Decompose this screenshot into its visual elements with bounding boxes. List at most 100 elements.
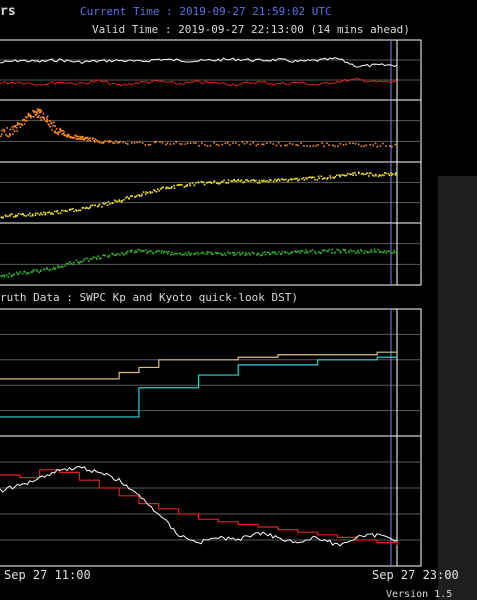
data-point [36, 111, 38, 113]
data-point [166, 187, 169, 189]
data-point [345, 143, 347, 146]
data-point [156, 188, 159, 190]
data-point [258, 179, 261, 182]
data-point [298, 250, 300, 252]
data-point [363, 145, 365, 147]
data-point [84, 257, 87, 260]
data-point [9, 134, 12, 136]
data-point [23, 119, 26, 121]
data-point [3, 276, 6, 278]
data-point [6, 135, 9, 137]
data-point [369, 143, 371, 146]
data-point [352, 142, 354, 144]
data-point [14, 124, 17, 127]
data-point [183, 186, 186, 188]
data-point [388, 145, 391, 147]
data-point [342, 248, 344, 251]
data-point [49, 268, 51, 271]
data-point [385, 172, 387, 175]
data-point [47, 211, 49, 214]
data-point [258, 252, 260, 255]
data-point [86, 140, 89, 142]
data-point [248, 252, 250, 254]
data-point [110, 140, 112, 143]
data-point [11, 213, 13, 215]
data-point [12, 128, 14, 131]
data-point [149, 143, 152, 146]
data-point [134, 195, 137, 198]
data-point [23, 271, 26, 273]
data-point [251, 179, 253, 181]
data-point [56, 210, 59, 212]
data-point [170, 253, 172, 256]
data-point [298, 178, 301, 181]
data-point [104, 254, 106, 257]
data-point [306, 178, 308, 180]
data-point [16, 130, 19, 132]
data-point [33, 116, 35, 118]
data-point [189, 254, 192, 256]
data-point [36, 269, 38, 271]
data-point [213, 141, 215, 144]
data-point [238, 144, 240, 146]
data-point [351, 250, 353, 253]
data-point [76, 210, 78, 212]
data-point [377, 248, 379, 251]
series-line-0-0 [0, 57, 398, 68]
data-point [391, 252, 394, 254]
data-point [113, 142, 116, 145]
data-point [272, 251, 274, 253]
data-point [393, 251, 396, 254]
data-point [112, 202, 114, 204]
data-point [55, 127, 58, 130]
data-point [61, 133, 64, 135]
data-point [324, 177, 326, 179]
data-point [213, 181, 215, 184]
data-point [165, 187, 167, 190]
data-point [97, 205, 100, 207]
data-point [193, 142, 195, 144]
data-point [243, 181, 246, 183]
data-point [151, 191, 153, 194]
data-point [59, 266, 61, 268]
data-point [340, 252, 342, 254]
data-point [68, 208, 71, 211]
side-panel [438, 176, 477, 600]
data-point [61, 265, 64, 268]
data-point [62, 132, 65, 135]
data-point [39, 116, 42, 119]
data-point [373, 248, 376, 251]
data-point [266, 180, 268, 182]
data-point [133, 251, 136, 254]
data-point [364, 250, 366, 252]
data-point [365, 144, 367, 147]
data-point [123, 253, 126, 256]
data-point [82, 137, 84, 139]
data-point [393, 249, 395, 252]
data-point [373, 175, 375, 177]
data-point [381, 174, 384, 176]
data-point [21, 272, 24, 275]
data-point [363, 252, 365, 254]
data-point [224, 142, 227, 145]
data-point [131, 249, 133, 252]
data-point [315, 144, 317, 147]
data-point [15, 271, 18, 274]
data-point [174, 252, 176, 255]
panel-frame-3 [0, 222, 422, 286]
data-point [106, 140, 109, 142]
data-point [92, 256, 95, 259]
data-point [310, 250, 312, 252]
data-point [208, 181, 210, 183]
data-point [277, 141, 280, 144]
data-point [117, 252, 119, 255]
data-point [50, 122, 53, 125]
panel-frame-2 [0, 161, 422, 224]
data-point [105, 202, 107, 204]
data-point [66, 263, 68, 265]
data-point [206, 145, 209, 147]
data-point [15, 127, 18, 129]
data-point [301, 250, 304, 252]
data-point [103, 203, 106, 205]
data-point [73, 261, 75, 264]
